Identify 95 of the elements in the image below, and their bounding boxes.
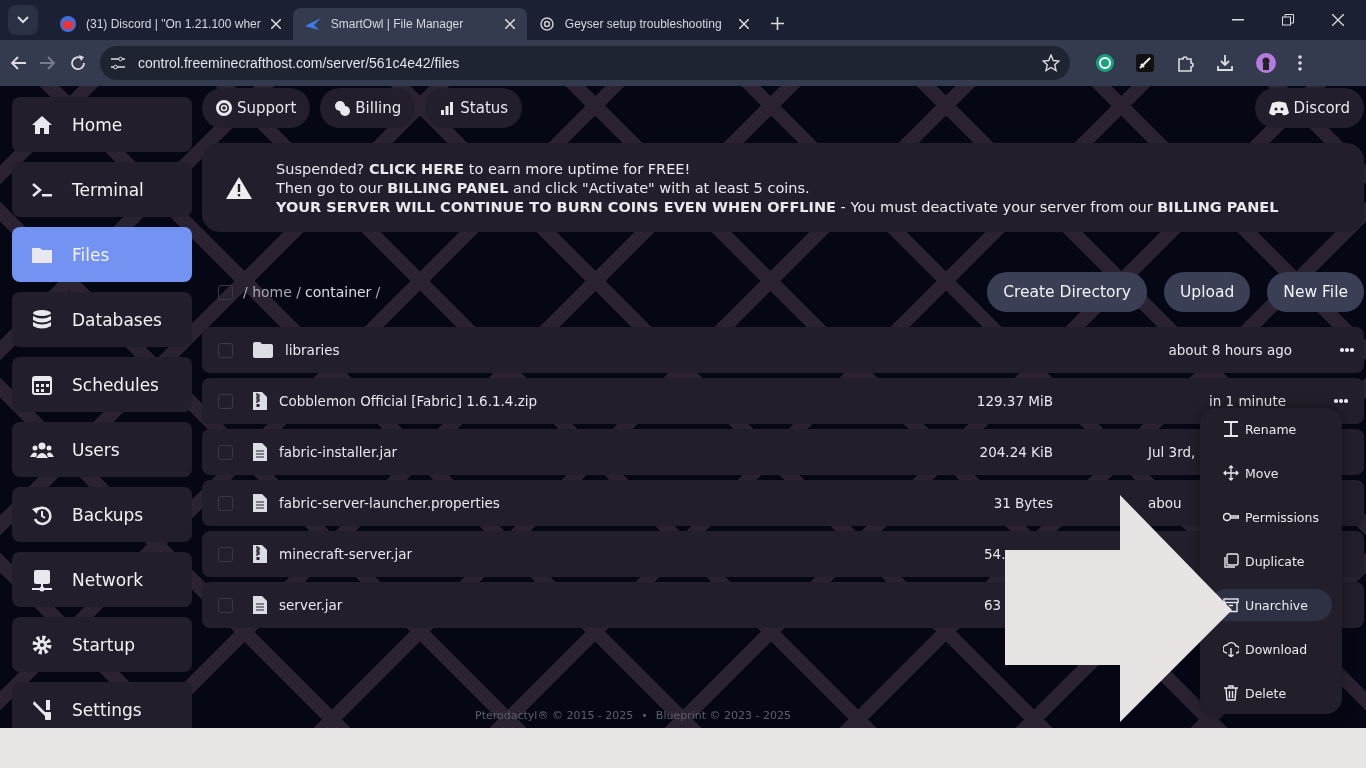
forward-icon[interactable] — [40, 56, 56, 70]
nav-link[interactable]: Billing — [320, 88, 416, 128]
breadcrumb[interactable]: container — [305, 284, 372, 300]
close-tab-icon[interactable] — [270, 19, 281, 29]
row-checkbox[interactable] — [218, 342, 233, 358]
row-checkbox[interactable] — [218, 495, 233, 511]
link-icon — [216, 100, 232, 116]
sidebar-item-icon — [30, 567, 54, 592]
grammar-extension-icon[interactable] — [1096, 54, 1114, 72]
select-all-checkbox[interactable] — [218, 284, 233, 300]
discord-link[interactable]: Discord — [1254, 88, 1364, 128]
close-tab-icon[interactable] — [738, 19, 749, 29]
sidebar-item[interactable]: Schedules — [12, 357, 192, 412]
sword-extension-icon[interactable] — [1136, 54, 1154, 72]
breadcrumb[interactable]: / home / — [243, 284, 302, 300]
more-options-icon[interactable] — [1340, 348, 1354, 352]
menu-icon[interactable] — [1298, 55, 1302, 71]
file-name: fabric-installer.jar — [279, 444, 399, 460]
close-tab-icon[interactable] — [504, 19, 515, 29]
reload-icon[interactable] — [70, 55, 86, 71]
chevron-icon — [17, 16, 29, 24]
action-button[interactable]: Create Directory — [987, 272, 1147, 312]
address-bar[interactable]: control.freeminecrafthost.com/server/561c4e42/files — [100, 46, 1070, 80]
zip-file-icon — [253, 392, 267, 410]
file-size: 54. — [983, 546, 1007, 562]
folder-icon — [253, 342, 273, 358]
sidebar-item-icon — [30, 697, 54, 722]
modified-time: Jul 3rd, — [1146, 444, 1197, 460]
menu-item-icon — [1223, 685, 1239, 701]
row-checkbox[interactable] — [218, 393, 233, 409]
close-icon[interactable] — [1332, 14, 1344, 26]
sidebar-item[interactable]: Network — [12, 552, 192, 607]
footer-text: Pterodactyl® © 2015 - 2025 — [475, 709, 634, 722]
menu-item[interactable]: Delete — [1210, 677, 1332, 709]
gamepad-icon — [1268, 100, 1289, 116]
file-name: minecraft-server.jar — [279, 546, 414, 562]
footer-separator: • — [641, 709, 648, 722]
file-name: fabric-server-launcher.properties — [279, 495, 501, 511]
extensions-icon[interactable] — [1176, 54, 1194, 72]
browser-tab[interactable]: SmartOwl | File Manager — [292, 8, 527, 40]
new-tab-icon[interactable] — [770, 17, 784, 30]
sidebar-item[interactable]: Backups — [12, 487, 192, 542]
row-checkbox[interactable] — [218, 444, 233, 460]
file-size: 204.24 KiB — [978, 444, 1053, 460]
menu-item-icon — [1223, 421, 1239, 437]
bird-icon — [304, 18, 321, 30]
file-name: server.jar — [279, 597, 344, 613]
action-button[interactable]: New File — [1267, 272, 1364, 312]
warning-icon — [226, 176, 252, 199]
file-row[interactable]: libraries about 8 hours ago — [202, 327, 1364, 373]
file-size: 31 Bytes — [992, 495, 1053, 511]
menu-item[interactable]: Download — [1210, 633, 1332, 665]
more-options-icon[interactable] — [1334, 399, 1348, 403]
banner-text: Then go to our BILLING PANEL and click "Activate" with at least 5 coins. — [276, 179, 811, 196]
sidebar-item[interactable]: Startup — [12, 617, 192, 672]
back-icon[interactable] — [10, 56, 26, 70]
menu-item-icon — [1223, 465, 1239, 481]
sidebar-item[interactable]: Users — [12, 422, 192, 477]
modified-time: about 8 hours ago — [1167, 342, 1292, 358]
modified-time: abou — [1147, 495, 1183, 511]
file-icon — [253, 443, 267, 461]
sidebar-item[interactable]: Settings — [12, 682, 192, 728]
sidebar-item[interactable]: Terminal — [12, 162, 192, 217]
tab-list-button[interactable] — [8, 5, 38, 35]
file-icon — [253, 596, 267, 614]
nav-link[interactable]: Status — [425, 88, 523, 128]
file-size: 63 — [983, 597, 1003, 613]
nav-link[interactable]: Support — [202, 88, 311, 128]
file-name: libraries — [285, 342, 341, 358]
row-checkbox[interactable] — [218, 597, 233, 613]
file-row[interactable]: Cobblemon Official [Fabric] 1.6.1.4.zip 129.37 MiB in 1 minute — [202, 378, 1364, 424]
browser-tab[interactable]: (31) Discord | "On 1.21.100 wher — [48, 8, 293, 40]
file-icon — [253, 494, 267, 512]
sidebar-item[interactable]: Databases — [12, 292, 192, 347]
breadcrumb[interactable]: / — [375, 284, 381, 300]
modified-time: in 1 minute — [1207, 393, 1286, 409]
banner-text: YOUR SERVER WILL CONTINUE TO BURN COINS EVEN WHEN OFFLINE - You must deactivate your server from our BILLING PANEL — [276, 198, 1279, 215]
file-name: Cobblemon Official [Fabric] 1.6.1.4.zip — [279, 393, 539, 409]
minimize-icon[interactable] — [1232, 19, 1244, 21]
avatar-icon[interactable] — [1256, 53, 1276, 73]
download-icon[interactable] — [1216, 54, 1234, 72]
link-icon — [334, 100, 351, 116]
link-icon — [439, 100, 456, 116]
zip-file-icon — [253, 545, 267, 563]
menu-item-icon — [1223, 641, 1239, 657]
menu-item[interactable]: Duplicate — [1210, 545, 1332, 577]
sidebar-item[interactable]: Home — [12, 97, 192, 152]
action-button[interactable]: Upload — [1164, 272, 1251, 312]
file-size: 129.37 MiB — [975, 393, 1053, 409]
footer-text: Blueprint © 2023 - 2025 — [655, 709, 791, 722]
row-checkbox[interactable] — [218, 546, 233, 562]
banner-text: Suspended? CLICK HERE to earn more uptime for FREE! — [276, 160, 692, 177]
browser-tab[interactable]: Geyser setup troubleshooting — [526, 8, 761, 40]
restore-icon[interactable] — [1282, 14, 1294, 26]
menu-item-icon — [1223, 553, 1239, 569]
